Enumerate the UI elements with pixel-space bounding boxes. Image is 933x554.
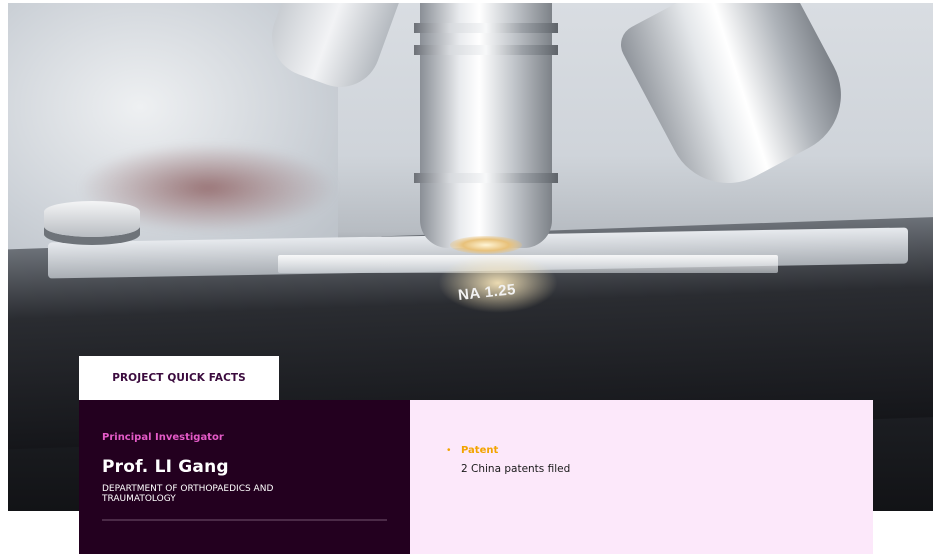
objective-lens <box>450 236 522 254</box>
facts-panel: • Patent 2 China patents filed <box>410 400 873 554</box>
quick-facts-tab: PROJECT QUICK FACTS <box>79 356 279 400</box>
divider <box>102 519 387 521</box>
fact-description: 2 China patents filed <box>461 463 571 475</box>
investigator-panel: Principal Investigator Prof. LI Gang DEP… <box>79 400 410 554</box>
investigator-name: Prof. LI Gang <box>102 457 229 477</box>
bullet-icon: • <box>447 445 451 456</box>
microscope-objective-side <box>613 3 863 205</box>
quick-facts-label: PROJECT QUICK FACTS <box>112 372 246 384</box>
investigator-label: Principal Investigator <box>102 432 224 443</box>
microscope-objective <box>414 3 558 254</box>
fact-title: Patent <box>461 445 499 456</box>
microscope-knob <box>44 201 140 237</box>
investigator-department: DEPARTMENT OF ORTHOPAEDICS AND TRAUMATOL… <box>102 484 274 504</box>
